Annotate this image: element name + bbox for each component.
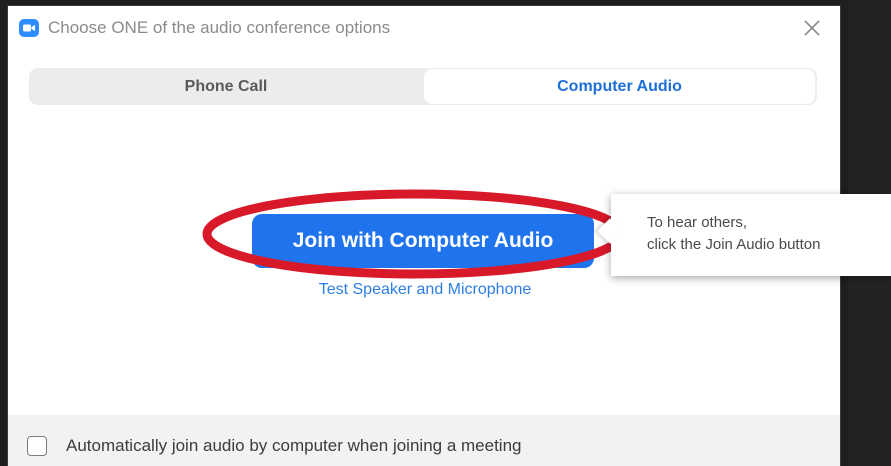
dialog-titlebar: Choose ONE of the audio conference optio… [8,6,840,48]
join-audio-tooltip: To hear others, click the Join Audio but… [597,194,891,276]
auto-join-audio-checkbox[interactable] [27,436,47,456]
test-speaker-microphone-link[interactable]: Test Speaker and Microphone [295,281,555,299]
auto-join-audio-label: Automatically join audio by computer whe… [66,436,522,455]
zoom-camera-icon [19,19,39,37]
tooltip-line-2: click the Join Audio button [647,236,821,253]
join-computer-audio-button[interactable]: Join with Computer Audio [252,214,594,268]
dialog-title: Choose ONE of the audio conference optio… [48,18,391,37]
tooltip-line-1: To hear others, [647,214,748,231]
tab-phone-call[interactable]: Phone Call [29,68,423,105]
audio-option-tabs: Phone Call Computer Audio [29,68,817,105]
tab-computer-audio[interactable]: Computer Audio [424,69,815,104]
close-button[interactable] [798,14,826,42]
dialog-footer: Automatically join audio by computer whe… [8,415,840,466]
close-icon [804,20,820,36]
